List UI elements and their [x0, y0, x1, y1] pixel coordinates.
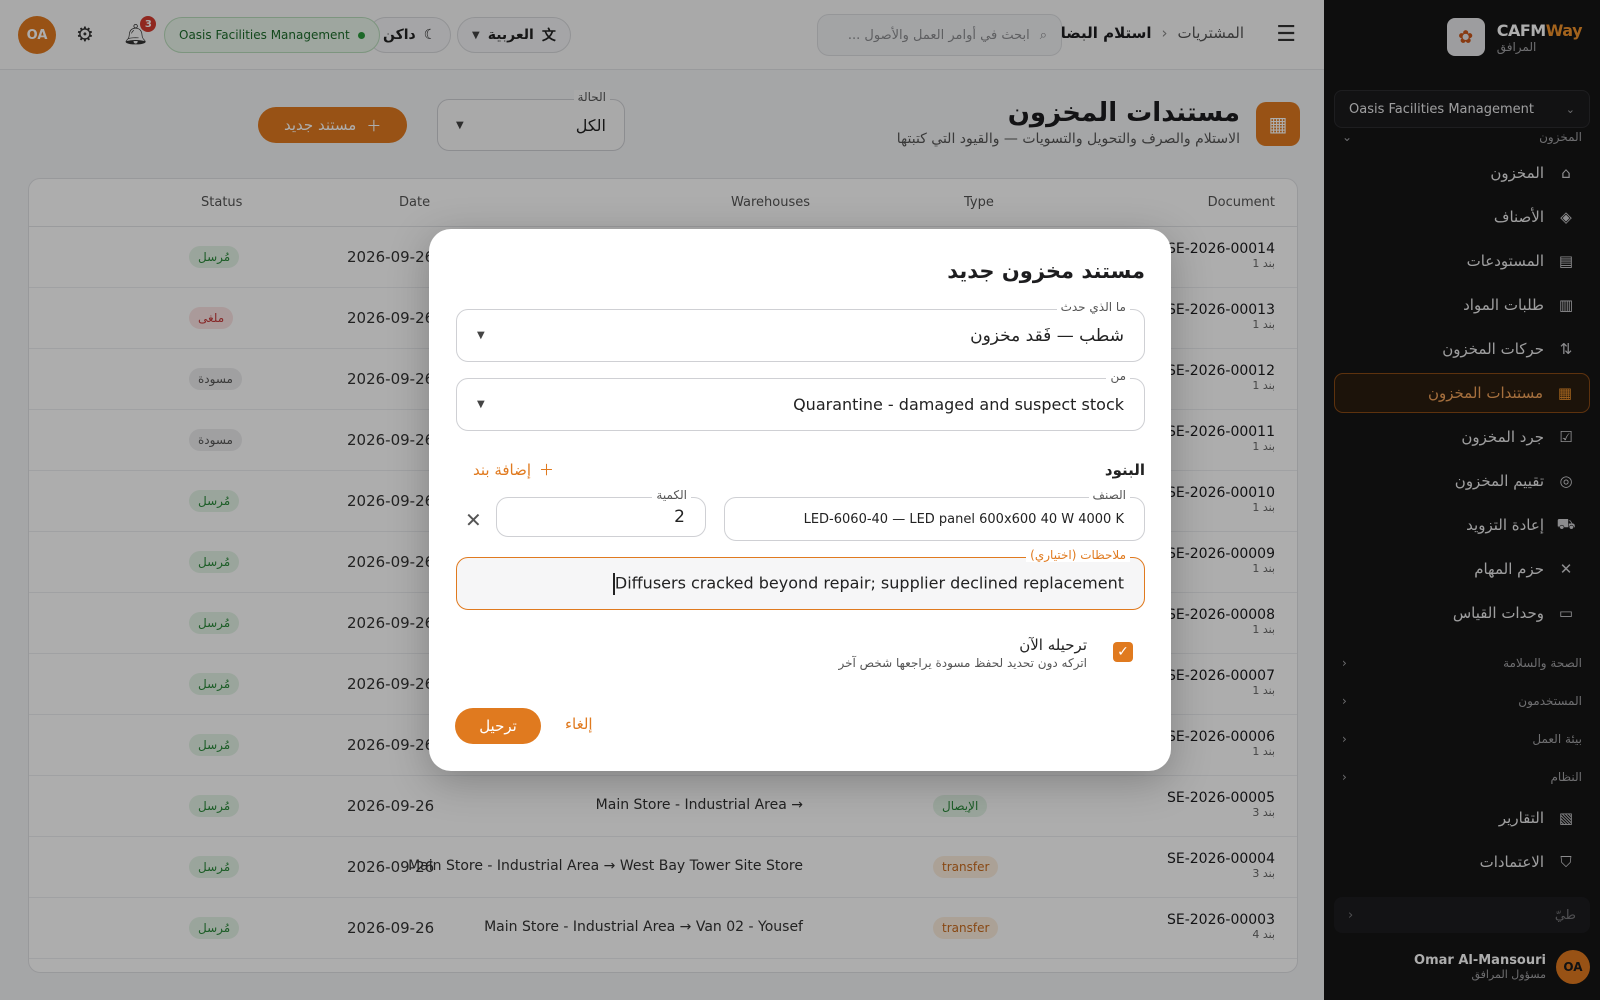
what-happened-label: ما الذي حدث [1056, 300, 1130, 314]
notes-value: Diffusers cracked beyond repair; supplie… [611, 572, 1124, 595]
quantity-label: الكمية [652, 488, 691, 502]
lines-heading: البنود [1104, 461, 1145, 479]
from-value: Quarantine - damaged and suspect stock [793, 395, 1124, 414]
from-warehouse-select[interactable]: من Quarantine - damaged and suspect stoc… [456, 369, 1145, 431]
caret-down-icon: ▼ [477, 399, 485, 410]
cancel-button[interactable]: إلغاء [565, 715, 593, 733]
post-button[interactable]: ترحيل [455, 708, 541, 744]
post-now-checkbox[interactable]: ✓ [1113, 642, 1133, 662]
notes-input[interactable]: ملاحظات (اختياري) Diffusers cracked beyo… [456, 548, 1145, 610]
remove-line-close-icon[interactable]: ✕ [465, 508, 482, 532]
new-stock-document-dialog: مستند مخزون جديد ما الذي حدث شطب — فَقد … [429, 229, 1171, 771]
item-select[interactable]: الصنف LED-6060-40 — LED panel 600x600 40… [724, 488, 1145, 541]
post-now-hint: اتركه دون تحديد لحفظ مسودة يراجعها شخص آ… [838, 656, 1087, 670]
post-now-label: ترحيله الآن [1019, 636, 1087, 654]
item-value: LED-6060-40 — LED panel 600x600 40 W 400… [803, 511, 1124, 527]
caret-down-icon: ▼ [477, 330, 485, 341]
what-happened-select[interactable]: ما الذي حدث شطب — فَقد مخزون ▼ [456, 300, 1145, 362]
check-icon: ✓ [1117, 644, 1129, 660]
item-label: الصنف [1088, 488, 1130, 502]
quantity-value: 2 [674, 507, 685, 527]
dialog-title: مستند مخزون جديد [947, 259, 1145, 283]
add-line-button[interactable]: ＋ إضافة بند [473, 459, 554, 480]
notes-label: ملاحظات (اختياري) [1026, 548, 1130, 562]
quantity-input[interactable]: الكمية 2 [496, 488, 706, 537]
add-line-label: إضافة بند [473, 460, 532, 479]
what-happened-value: شطب — فَقد مخزون [970, 325, 1124, 346]
from-label: من [1106, 369, 1130, 383]
notes-text: Diffusers cracked beyond repair; supplie… [614, 573, 1124, 592]
plus-icon: ＋ [539, 461, 555, 479]
